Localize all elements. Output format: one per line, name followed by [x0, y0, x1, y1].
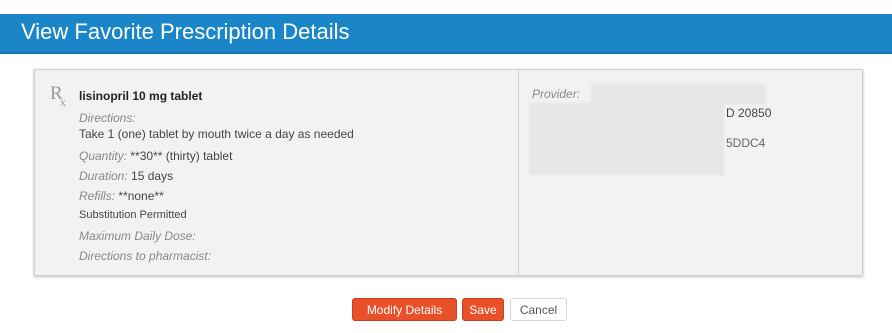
directions-label: Directions:	[79, 111, 136, 125]
panel-divider	[518, 70, 519, 275]
redacted-provider-name	[591, 84, 766, 104]
directions-value: Take 1 (one) tablet by mouth twice a day…	[79, 127, 354, 141]
provider-id-fragment: 5DDC4	[726, 136, 766, 150]
svg-text:x: x	[60, 95, 66, 108]
duration-value: 15 days	[131, 169, 174, 183]
substitution-status: Substitution Permitted	[79, 209, 187, 221]
cancel-button[interactable]: Cancel	[510, 298, 567, 321]
rx-icon: R x	[50, 83, 66, 108]
quantity-value: **30** (thirty) tablet	[130, 149, 233, 163]
quantity-label: Quantity:	[79, 149, 128, 163]
quantity-row: Quantity: **30** (thirty) tablet	[79, 149, 232, 163]
provider-label: Provider:	[532, 87, 581, 101]
modify-details-button[interactable]: Modify Details	[352, 298, 457, 321]
duration-row: Duration: 15 days	[79, 169, 173, 183]
page-title: View Favorite Prescription Details	[21, 19, 350, 44]
max-daily-dose-label: Maximum Daily Dose:	[79, 229, 196, 243]
drug-name: lisinopril 10 mg tablet	[79, 89, 203, 103]
prescription-details-panel: R x lisinopril 10 mg tablet Directions: …	[34, 69, 863, 276]
provider-address-fragment: D 20850	[726, 106, 772, 120]
redacted-provider-address	[529, 103, 724, 175]
refills-value: **none**	[118, 189, 164, 203]
duration-label: Duration:	[79, 169, 128, 183]
refills-label: Refills:	[79, 189, 116, 203]
save-button[interactable]: Save	[462, 298, 504, 321]
page-header: View Favorite Prescription Details	[0, 14, 892, 54]
refills-row: Refills: **none**	[79, 189, 164, 203]
pharmacist-directions-label: Directions to pharmacist:	[79, 249, 212, 263]
